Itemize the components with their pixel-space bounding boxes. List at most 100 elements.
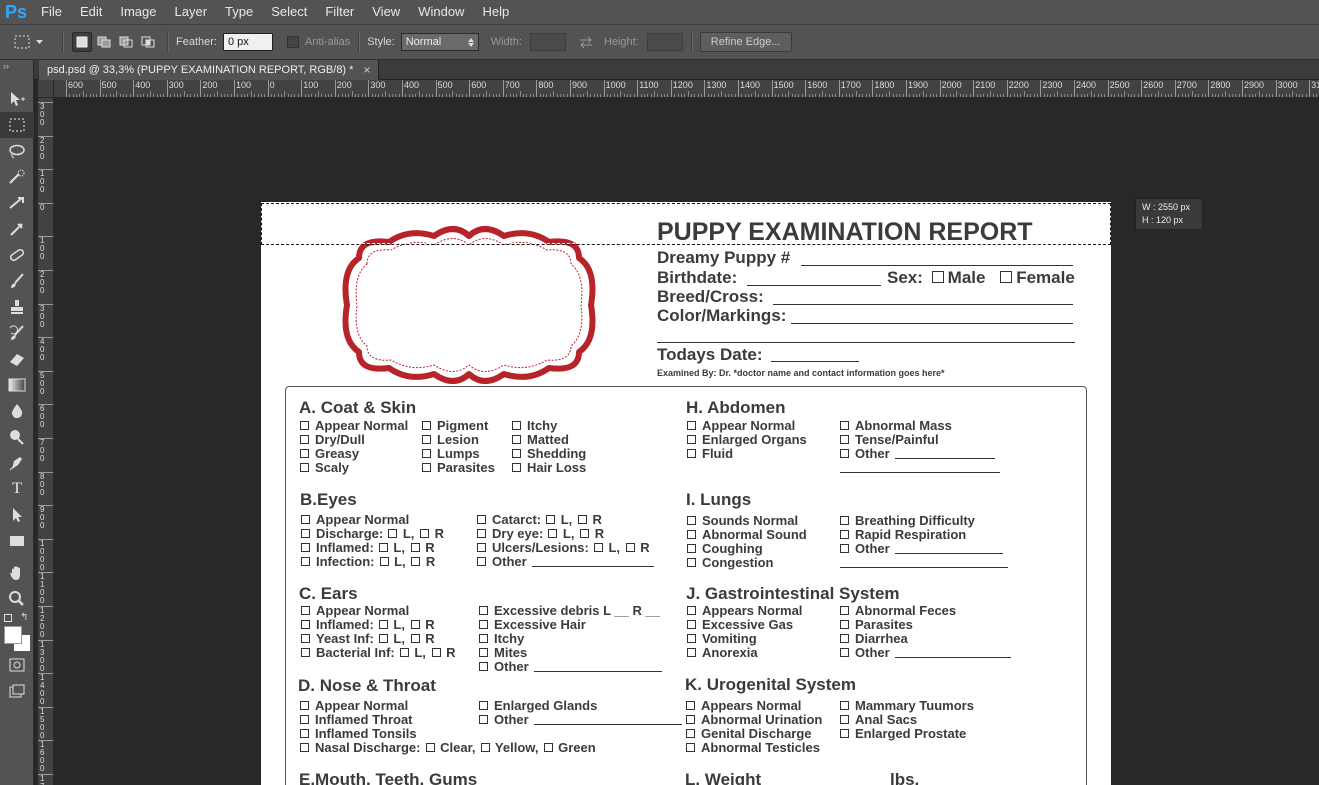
ruler-minor-tick (1033, 94, 1035, 97)
coat-item: Hair Loss (512, 461, 586, 475)
ruler-minor-tick (627, 94, 629, 97)
document-tab[interactable]: psd.psd @ 33,3% (PUPPY EXAMINATION REPOR… (39, 60, 380, 80)
move-tool[interactable] (0, 86, 34, 112)
ears-item: Bacterial Inf: L, R (301, 646, 456, 660)
ruler-minor-tick (1265, 94, 1267, 97)
menu-edit[interactable]: Edit (71, 0, 111, 24)
color-swatches[interactable]: ↰ (0, 612, 34, 652)
menu-view[interactable]: View (363, 0, 409, 24)
healing-brush-tool[interactable] (0, 242, 34, 268)
pen-icon (9, 457, 22, 471)
tool-preset-picker[interactable] (14, 35, 54, 49)
ruler-minor-tick (1312, 94, 1314, 97)
checkbox (477, 557, 486, 566)
separator (690, 31, 692, 53)
type-tool[interactable]: T (0, 476, 34, 502)
ruler-label: 1700 (40, 774, 45, 785)
marquee-tool[interactable] (0, 112, 34, 138)
checkbox-label: Abnormal Urination (701, 712, 823, 727)
feather-input[interactable]: 0 px (222, 33, 273, 51)
menu-image[interactable]: Image (111, 0, 165, 24)
style-select[interactable]: Normal (400, 33, 479, 51)
checkbox (840, 701, 849, 710)
ruler-tick (973, 80, 975, 97)
menu-type[interactable]: Type (216, 0, 262, 24)
section-e-title: E.Mouth, Teeth, Gums (299, 770, 478, 785)
brush-tool[interactable] (0, 268, 34, 294)
checkbox (477, 515, 486, 524)
pen-tool[interactable] (0, 450, 34, 476)
vertical-ruler[interactable]: 300 200 100 0 100 200 300 400 500 600 700 800 900 100… (38, 98, 54, 785)
menu-file[interactable]: File (32, 0, 71, 24)
foreground-color[interactable] (4, 626, 22, 644)
ruler-minor-tick (1010, 94, 1012, 97)
ears-item: Yeast Inf: L, R (301, 632, 435, 646)
crop-tool[interactable] (0, 190, 34, 216)
history-brush-tool[interactable] (0, 320, 34, 346)
ruler-minor-tick (758, 94, 760, 97)
ruler-minor-tick (139, 94, 141, 97)
ruler-minor-tick (1268, 94, 1270, 97)
lasso-tool[interactable] (0, 138, 34, 164)
ruler-minor-tick (314, 94, 316, 97)
checkbox (300, 449, 309, 458)
ruler-minor-tick (119, 94, 121, 97)
close-tab-icon[interactable]: × (363, 60, 370, 80)
default-colors-icon[interactable] (4, 614, 12, 622)
rectangle-tool[interactable] (0, 528, 34, 554)
ruler-origin[interactable] (38, 80, 54, 98)
checkbox-label: Nasal Discharge: (315, 740, 421, 755)
zoom-tool[interactable] (0, 586, 34, 612)
menu-help[interactable]: Help (473, 0, 518, 24)
checkbox-label: Other (494, 712, 529, 727)
width-input[interactable] (529, 33, 566, 51)
eyedropper-tool[interactable] (0, 216, 34, 242)
checkbox (300, 701, 309, 710)
coat-item: Itchy (512, 419, 557, 433)
panel-collapse-icon[interactable]: ›› (0, 60, 33, 72)
eraser-icon (10, 354, 24, 366)
menu-window[interactable]: Window (409, 0, 473, 24)
ruler-minor-tick (1104, 94, 1106, 97)
swap-colors-icon[interactable]: ↰ (20, 612, 28, 623)
ruler-minor-tick (990, 91, 991, 97)
menu-filter[interactable]: Filter (316, 0, 363, 24)
swap-icon[interactable] (578, 36, 594, 48)
dodge-tool[interactable] (0, 424, 34, 450)
ruler-minor-tick (825, 94, 827, 97)
path-selection-tool[interactable] (0, 502, 34, 528)
quick-mask-button[interactable] (0, 652, 34, 678)
menu-layer[interactable]: Layer (166, 0, 217, 24)
updown-icon (467, 37, 474, 47)
ruler-label: 1400 (40, 673, 45, 707)
quick-selection-tool[interactable] (0, 164, 34, 190)
intersect-selection-button[interactable] (138, 32, 158, 52)
hand-tool[interactable] (0, 560, 34, 586)
ruler-tick (99, 80, 101, 97)
ruler-label: 1900 (908, 80, 929, 90)
screen-mode-button[interactable] (0, 678, 34, 704)
subtract-selection-button[interactable] (116, 32, 136, 52)
add-selection-button[interactable] (94, 32, 114, 52)
new-selection-button[interactable] (72, 32, 92, 52)
gradient-tool[interactable] (0, 372, 34, 398)
height-input[interactable] (646, 33, 683, 51)
eraser-tool[interactable] (0, 346, 34, 372)
ruler-minor-tick (942, 94, 944, 97)
ruler-minor-tick (1305, 94, 1307, 97)
clone-stamp-tool[interactable] (0, 294, 34, 320)
ruler-minor-tick (835, 94, 837, 97)
ruler-minor-tick (92, 94, 94, 97)
menu-select[interactable]: Select (262, 0, 316, 24)
dreamy-puppy-line (801, 265, 1073, 266)
checkbox-label: Other (855, 541, 890, 556)
ruler-minor-tick (556, 94, 558, 97)
ruler-minor-tick (801, 94, 803, 97)
document-canvas[interactable]: PUPPY EXAMINATION REPORT Dreamy Puppy # … (261, 202, 1111, 785)
horizontal-ruler[interactable]: 600 500 400 300 200 100 0 100 200 300 400 500 600 700… (54, 80, 1319, 98)
left-checkbox (593, 543, 603, 552)
blur-tool[interactable] (0, 398, 34, 424)
antialias-checkbox[interactable] (286, 36, 299, 48)
ruler-minor-tick (862, 94, 864, 97)
refine-edge-button[interactable]: Refine Edge... (699, 32, 792, 52)
